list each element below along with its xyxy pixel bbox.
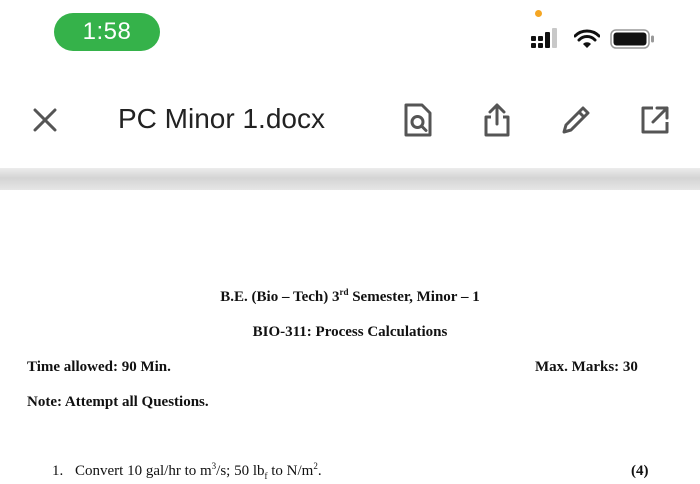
question-marks: (4) (631, 463, 649, 479)
edit-icon (562, 106, 590, 134)
document-page[interactable]: B.E. (Bio – Tech) 3rd Semester, Minor – … (0, 190, 700, 484)
close-button[interactable] (25, 100, 65, 140)
toolbar-shadow (0, 168, 700, 190)
find-in-document-icon (404, 103, 432, 137)
document-viewer-toolbar: PC Minor 1.docx (0, 70, 700, 168)
edit-button[interactable] (556, 100, 596, 140)
question-number: 1. (52, 463, 64, 479)
instructions-note: Note: Attempt all Questions. (27, 394, 209, 410)
exam-header-line-1: B.E. (Bio – Tech) 3rd Semester, Minor – … (220, 287, 480, 306)
close-icon (33, 108, 57, 132)
battery-icon (610, 29, 654, 49)
find-in-document-button[interactable] (398, 100, 438, 140)
share-button[interactable] (477, 100, 517, 140)
status-bar: 1:58 (0, 0, 700, 70)
privacy-indicator-dot (535, 10, 542, 17)
status-time[interactable]: 1:58 (54, 13, 160, 51)
wifi-icon (574, 29, 600, 48)
share-icon (484, 103, 510, 137)
open-external-icon (641, 106, 669, 134)
max-marks: Max. Marks: 30 (535, 359, 638, 375)
document-title: PC Minor 1.docx (118, 103, 325, 134)
open-in-app-button[interactable] (635, 100, 675, 140)
cellular-signal-icon (531, 28, 557, 48)
time-allowed: Time allowed: 90 Min. (27, 359, 171, 375)
question-text: Convert 10 gal/hr to m3/s; 50 lbf to N/m… (75, 461, 322, 481)
exam-header-line-2: BIO-311: Process Calculations (252, 324, 448, 340)
